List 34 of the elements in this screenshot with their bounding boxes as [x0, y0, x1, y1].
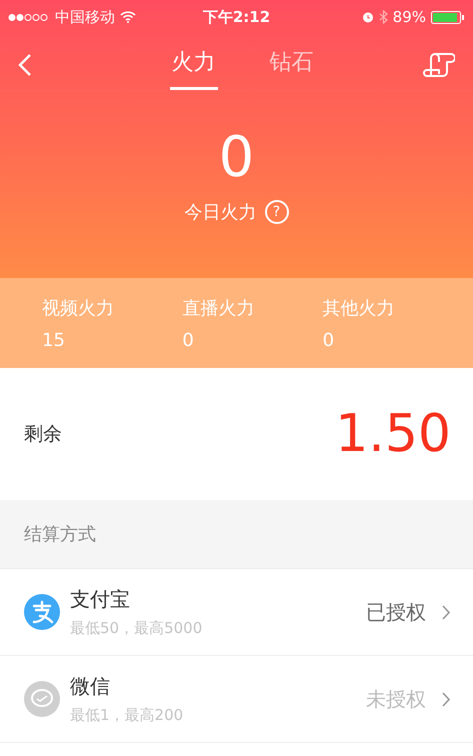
stat-value: 0: [182, 330, 195, 350]
stat-value: 15: [42, 330, 66, 350]
stat-value: 0: [322, 330, 336, 350]
back-icon[interactable]: [18, 53, 32, 77]
carrier-name: 中国移动: [55, 8, 115, 26]
bluetooth-icon: [378, 10, 388, 24]
auth-status: 未授权: [366, 686, 426, 712]
signal-icon: [8, 12, 50, 22]
stat-label: 直播火力: [182, 296, 256, 320]
payment-name: 微信: [70, 673, 111, 700]
status-time: 下午2:12: [202, 8, 270, 26]
tab[interactable]: 火力: [170, 40, 218, 90]
today-label: 今日火力: [184, 201, 256, 224]
balance-label: 剩余: [24, 422, 62, 447]
tab[interactable]: 钻石: [268, 40, 316, 90]
auth-status: 已授权: [366, 598, 426, 626]
payment-limits: 最低1，最高200: [70, 706, 184, 725]
today-value: 0: [218, 126, 254, 190]
payment-row[interactable]: 支付宝 最低50，最高5000 已授权: [0, 569, 473, 656]
battery-icon: [431, 10, 465, 24]
payment-row[interactable]: 微信 最低1，最高200 未授权: [0, 656, 473, 743]
balance-value: 1.50: [335, 404, 451, 464]
scroll-icon[interactable]: [423, 52, 455, 78]
chevron-icon: [442, 604, 451, 620]
payment-limits: 最低50，最高5000: [70, 619, 204, 638]
help-button[interactable]: ?: [264, 200, 288, 224]
alarm-icon: [362, 11, 374, 23]
stat-label: 视频火力: [42, 296, 115, 320]
section-title: 结算方式: [24, 523, 96, 546]
battery-percent: 89%: [392, 8, 426, 26]
payment-name: 支付宝: [70, 586, 131, 613]
chevron-icon: [442, 692, 451, 706]
stat-label: 其他火力: [322, 296, 396, 320]
wifi-icon: [120, 11, 136, 23]
